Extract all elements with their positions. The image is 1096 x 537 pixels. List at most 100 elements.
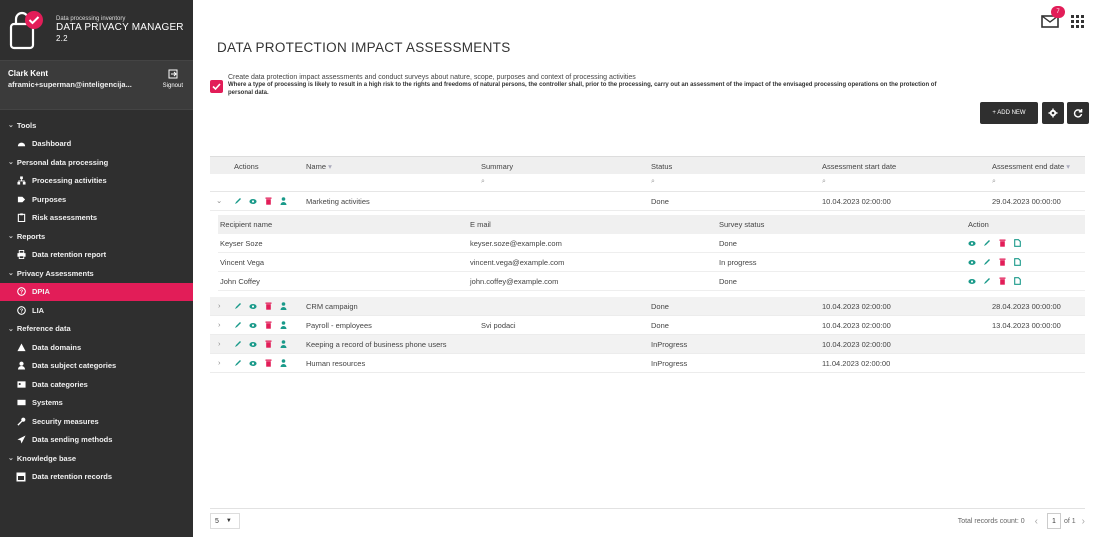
sidebar-item-data-domains[interactable]: Data domains [0, 338, 193, 357]
row-name: CRM campaign [306, 302, 358, 311]
document-icon[interactable] [1013, 277, 1021, 285]
sidebar-item-data-categories[interactable]: Data categories [0, 375, 193, 394]
sidebar-item-processing-activities[interactable]: Processing activities [0, 172, 193, 191]
table-row[interactable]: › CRM campaign Done 10.04.2023 02:00:00 … [210, 297, 1085, 316]
search-icon[interactable]: ⌕ [822, 178, 826, 186]
user-icon[interactable] [279, 321, 287, 329]
table-row[interactable]: › Keeping a record of business phone use… [210, 335, 1085, 354]
nav-section-tools[interactable]: ⌄ Tools [0, 116, 193, 135]
sidebar-item-data-sending-methods[interactable]: Data sending methods [0, 431, 193, 450]
prev-page-icon[interactable]: ‹ [1035, 516, 1038, 527]
delete-icon[interactable] [264, 359, 272, 367]
brand-version: 2.2 [56, 34, 68, 44]
row-status: Done [651, 321, 669, 330]
delete-icon[interactable] [264, 302, 272, 310]
edit-icon[interactable] [234, 359, 242, 367]
table-row[interactable]: › Payroll - employees Svi podaci Done 10… [210, 316, 1085, 335]
delete-icon[interactable] [998, 258, 1006, 266]
edit-icon[interactable] [983, 277, 991, 285]
sidebar-item-purposes[interactable]: Purposes [0, 190, 193, 209]
row-end-date: 29.04.2023 00:00:00 [992, 197, 1061, 206]
delete-icon[interactable] [264, 321, 272, 329]
nav-section-reports[interactable]: ⌄ Reports [0, 227, 193, 246]
table-row[interactable]: ⌄ Marketing activities Done 10.04.2023 0… [210, 192, 1085, 211]
table-row[interactable]: › Human resources InProgress 11.04.2023 … [210, 354, 1085, 373]
recipient-row[interactable]: Keyser Soze keyser.soze@example.com Done [218, 234, 1085, 253]
view-icon[interactable] [249, 359, 257, 367]
row-status: InProgress [651, 340, 688, 349]
page-number-input[interactable]: 1 [1046, 513, 1061, 529]
sidebar-item-label: Data retention records [32, 472, 113, 482]
sidebar-item-dashboard[interactable]: Dashboard [0, 135, 193, 154]
delete-icon[interactable] [264, 340, 272, 348]
edit-icon[interactable] [234, 340, 242, 348]
sidebar-item-security-measures[interactable]: Security measures [0, 412, 193, 431]
collapse-icon[interactable]: ⌄ [216, 196, 222, 205]
col-name[interactable]: Name ▾ [306, 162, 332, 171]
delete-icon[interactable] [264, 197, 272, 205]
recipient-row[interactable]: Vincent Vega vincent.vega@example.com In… [218, 253, 1085, 272]
recipient-row[interactable]: John Coffey john.coffey@example.com Done [218, 272, 1085, 291]
col-status[interactable]: Status [651, 162, 672, 171]
delete-icon[interactable] [998, 239, 1006, 247]
edit-icon[interactable] [983, 239, 991, 247]
document-icon[interactable] [1013, 239, 1021, 247]
view-icon[interactable] [968, 277, 976, 285]
view-icon[interactable] [249, 321, 257, 329]
edit-icon[interactable] [234, 197, 242, 205]
next-page-icon[interactable]: › [1082, 516, 1085, 527]
user-email: aframic+superman@inteligencija... [8, 80, 132, 89]
notifications-button[interactable]: 7 [1041, 6, 1065, 28]
refresh-button[interactable] [1067, 102, 1089, 124]
print-icon [16, 250, 26, 260]
view-icon[interactable] [249, 340, 257, 348]
chevron-down-icon: ⌄ [8, 122, 14, 130]
col-start-date[interactable]: Assessment start date [822, 162, 896, 171]
edit-icon[interactable] [234, 302, 242, 310]
recipient-status: Done [719, 277, 737, 286]
settings-button[interactable] [1042, 102, 1064, 124]
expand-icon[interactable]: › [218, 339, 221, 348]
edit-icon[interactable] [983, 258, 991, 266]
apps-grid-icon[interactable] [1071, 14, 1084, 28]
expand-icon[interactable]: › [218, 358, 221, 367]
view-icon[interactable] [249, 302, 257, 310]
filter-icon[interactable]: ▾ [328, 162, 332, 171]
signout-button[interactable]: Signout [163, 69, 183, 89]
view-icon[interactable] [968, 258, 976, 266]
user-icon[interactable] [279, 302, 287, 310]
nav-section-knowledge[interactable]: ⌄ Knowledge base [0, 449, 193, 468]
sidebar-item-data-retention-report[interactable]: Data retention report [0, 246, 193, 265]
user-icon[interactable] [279, 197, 287, 205]
sidebar-item-risk-assessments[interactable]: Risk assessments [0, 209, 193, 228]
user-icon[interactable] [279, 359, 287, 367]
sidebar-item-data-subject-categories[interactable]: Data subject categories [0, 357, 193, 376]
view-icon[interactable] [249, 197, 257, 205]
user-icon[interactable] [279, 340, 287, 348]
document-icon[interactable] [1013, 258, 1021, 266]
col-summary[interactable]: Summary [481, 162, 513, 171]
search-icon[interactable]: ⌕ [481, 178, 485, 186]
filter-icon[interactable]: ▾ [1066, 162, 1070, 171]
search-icon[interactable]: ⌕ [992, 178, 996, 186]
expand-icon[interactable]: › [218, 301, 221, 310]
sidebar-item-label: Security measures [32, 416, 99, 426]
sidebar-item-systems[interactable]: Systems [0, 394, 193, 413]
expand-icon[interactable]: › [218, 320, 221, 329]
page-size-select[interactable]: 5 ▼ [210, 513, 240, 529]
sidebar-item-data-retention-records[interactable]: Data retention records [0, 468, 193, 487]
edit-icon[interactable] [234, 321, 242, 329]
nav-section-reference[interactable]: ⌄ Reference data [0, 320, 193, 339]
col-end-date[interactable]: Assessment end date ▾ [992, 162, 1070, 171]
search-icon[interactable]: ⌕ [651, 178, 655, 186]
nav-section-privacy[interactable]: ⌄ Privacy Assessments [0, 264, 193, 283]
sidebar-item-dpia[interactable]: ? DPIA [0, 282, 193, 301]
clipboard-icon [16, 213, 26, 223]
add-new-button[interactable]: + ADD NEW [980, 102, 1038, 124]
view-icon[interactable] [968, 239, 976, 247]
nav-section-personal[interactable]: ⌄ Personal data processing [0, 153, 193, 172]
row-name: Keeping a record of business phone users [306, 340, 447, 349]
signout-label: Signout [162, 83, 183, 89]
sidebar-item-lia[interactable]: ? LIA [0, 301, 193, 320]
delete-icon[interactable] [998, 277, 1006, 285]
